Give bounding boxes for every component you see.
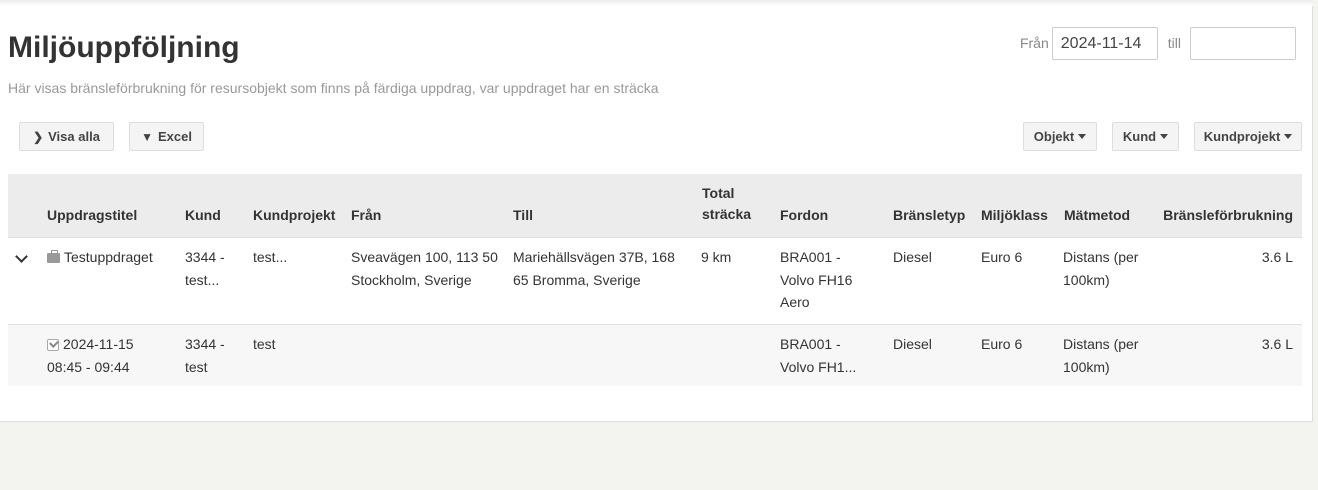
row-env-class: Euro 6 [981, 336, 1023, 352]
header-title[interactable]: Uppdragstitel [47, 207, 137, 223]
header-consumption[interactable]: Bränsleförbrukning [1163, 207, 1293, 223]
row-customer: 3344 - test... [185, 246, 225, 291]
row-customer-line2: test [185, 358, 208, 375]
caret-down-icon [1078, 134, 1087, 139]
row-method: Distans (per 100km) [1063, 333, 1138, 378]
customer-filter-button[interactable]: Kund [1112, 122, 1179, 151]
customer-project-filter-label: Kundprojekt [1203, 129, 1281, 144]
row-customer: 3344 - test [185, 333, 225, 378]
header-fuel-type[interactable]: Bränsletyp [893, 207, 965, 223]
row-method-line1: Distans (per [1063, 336, 1139, 352]
main-panel: Miljöuppföljning Här visas bränsleförbru… [0, 0, 1313, 422]
row-vehicle-line3: Aero [780, 294, 810, 310]
row-vehicle: BRA001 - Volvo FH16 Aero [780, 246, 852, 314]
header-total-distance-line1: Total [702, 185, 735, 201]
show-all-label: Visa alla [48, 129, 100, 144]
caret-down-icon [1160, 134, 1169, 139]
object-filter-label: Objekt [1033, 129, 1075, 144]
row-customer-line1: 3344 - [185, 336, 225, 352]
row-to-line2: 65 Bromma, Sverige [513, 271, 641, 288]
customer-project-filter-button[interactable]: Kundprojekt [1194, 122, 1302, 151]
row-title-text: Testuppdraget [64, 249, 153, 265]
row-from-line2: Stockholm, Sverige [351, 271, 472, 288]
object-filter-button[interactable]: Objekt [1023, 122, 1097, 151]
download-icon: ▼ [141, 129, 153, 144]
header-total-distance[interactable]: Total sträcka [702, 185, 751, 222]
from-date-input[interactable] [1051, 27, 1158, 60]
row-to: Mariehällsvägen 37B, 168 65 Bromma, Sver… [513, 246, 675, 291]
top-shade [0, 0, 1313, 6]
briefcase-icon [47, 250, 60, 263]
chevron-down-icon[interactable] [15, 250, 28, 263]
row-from-line1: Sveavägen 100, 113 50 [351, 249, 498, 265]
table-row[interactable]: 2024-11-15 08:45 - 09:44 3344 - test tes… [8, 324, 1302, 386]
row-distance: 9 km [701, 249, 732, 265]
header-method[interactable]: Mätmetod [1064, 207, 1130, 223]
customer-filter-label: Kund [1122, 129, 1157, 144]
row-method-line2: 100km) [1063, 358, 1110, 375]
row-title: Testuppdraget [47, 246, 153, 269]
to-date-input[interactable] [1190, 27, 1296, 60]
header-from[interactable]: Från [351, 207, 381, 223]
row-customer-project: test... [253, 249, 288, 265]
row-method: Distans (per 100km) [1063, 246, 1138, 291]
header-customer[interactable]: Kund [185, 207, 221, 223]
excel-label: Excel [157, 129, 192, 144]
row-fuel-type: Diesel [893, 336, 932, 352]
header-to[interactable]: Till [513, 207, 533, 223]
to-label: till [1167, 35, 1181, 51]
row-to-line1: Mariehällsvägen 37B, 168 [513, 249, 675, 265]
caret-down-icon [1284, 134, 1293, 139]
row-vehicle-line1: BRA001 - [780, 249, 841, 265]
row-title: 2024-11-15 08:45 - 09:44 [47, 333, 134, 378]
row-fuel-type: Diesel [893, 249, 932, 265]
header-vehicle[interactable]: Fordon [780, 207, 828, 223]
date-range: Från till [1020, 27, 1296, 60]
row-consumption: 3.6 L [1261, 336, 1293, 352]
row-customer-project: test [253, 336, 276, 352]
row-method-line2: 100km) [1063, 271, 1110, 288]
table-row[interactable]: Testuppdraget 3344 - test... test... Sve… [8, 237, 1302, 324]
row-env-class: Euro 6 [981, 249, 1023, 265]
excel-button[interactable]: ▼ Excel [129, 122, 204, 151]
from-label: Från [1019, 35, 1049, 51]
row-vehicle: BRA001 - Volvo FH1... [780, 333, 856, 378]
row-date: 2024-11-15 [63, 336, 134, 352]
row-time: 08:45 - 09:44 [47, 358, 130, 375]
row-vehicle-line1: BRA001 - [780, 336, 841, 352]
fuel-table: Uppdragstitel Kund Kundprojekt Från Till… [8, 174, 1302, 386]
show-all-button[interactable]: ❯ Visa alla [19, 122, 114, 151]
header-customer-project[interactable]: Kundprojekt [253, 207, 335, 223]
row-vehicle-line2: Volvo FH16 [780, 271, 853, 288]
row-method-line1: Distans (per [1063, 249, 1139, 265]
page-subtitle: Här visas bränsleförbrukning för resurso… [8, 80, 659, 96]
row-customer-line2: test... [185, 271, 220, 288]
row-consumption: 3.6 L [1261, 249, 1293, 265]
header-total-distance-line2: sträcka [702, 206, 752, 222]
row-from: Sveavägen 100, 113 50 Stockholm, Sverige [351, 246, 498, 291]
page-title: Miljöuppföljning [8, 31, 240, 64]
row-customer-line1: 3344 - [185, 249, 225, 265]
checked-box-icon [47, 339, 59, 351]
header-env-class[interactable]: Miljöklass [981, 207, 1048, 223]
row-vehicle-line2: Volvo FH1... [780, 358, 857, 375]
table-header: Uppdragstitel Kund Kundprojekt Från Till… [8, 174, 1302, 237]
chevron-right-icon: ❯ [33, 129, 44, 144]
